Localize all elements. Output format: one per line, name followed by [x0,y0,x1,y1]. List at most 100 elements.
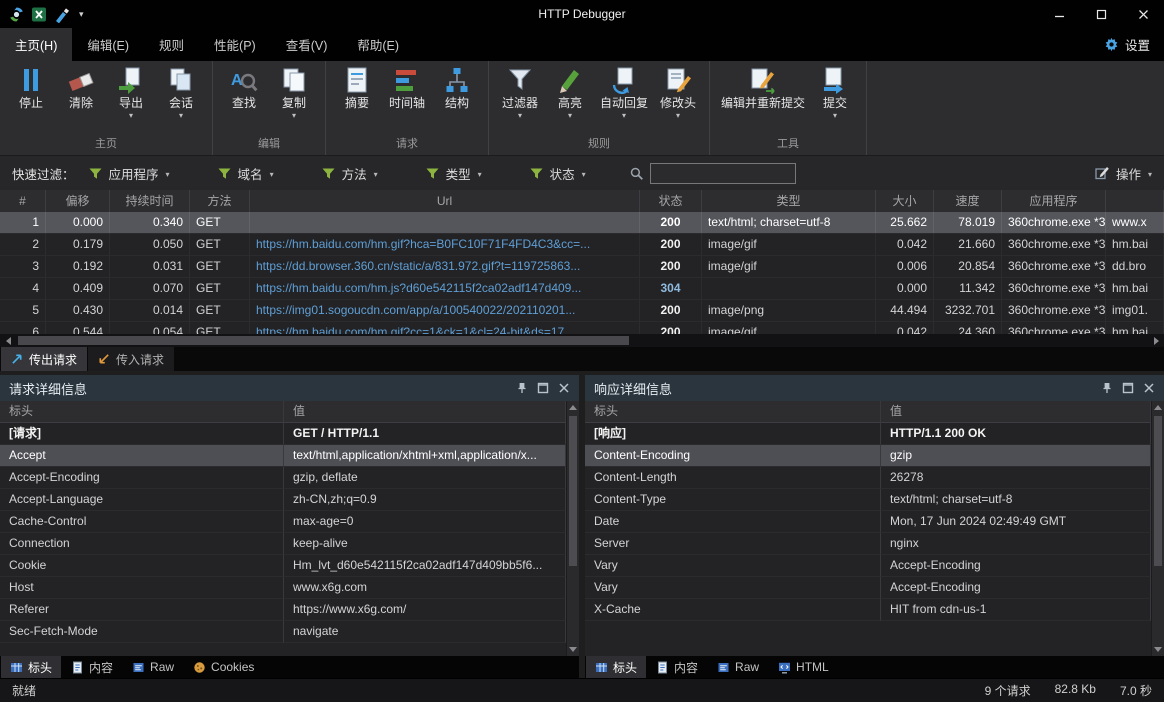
table-row[interactable]: 50.4300.014GEThttps://img01.sogoucdn.com… [0,300,1164,322]
maximize-panel-icon[interactable] [1122,382,1134,394]
column-header-offset[interactable]: 偏移 [46,190,110,212]
column-header-speed[interactable]: 速度 [934,190,1002,212]
menu-tab-view[interactable]: 查看(V) [271,28,343,61]
header-row[interactable]: VaryAccept-Encoding [585,555,1151,577]
header-row[interactable]: Content-Typetext/html; charset=utf-8 [585,489,1151,511]
maximize-panel-icon[interactable] [537,382,549,394]
column-header-duration[interactable]: 持续时间 [110,190,190,212]
edit-and-resubmit-button[interactable]: 编辑并重新提交 [716,64,810,135]
export-button[interactable]: 导出▾ [106,64,156,135]
clear-button[interactable]: 清除 [56,64,106,135]
scroll-up-button[interactable] [567,401,579,414]
filter-type[interactable]: 类型▾ [426,164,482,183]
menu-tab-home[interactable]: 主页(H) [0,28,72,61]
menu-tab-edit[interactable]: 编辑(E) [72,28,144,61]
tab-headers[interactable]: 标头 [1,656,61,678]
filter-method[interactable]: 方法▾ [322,164,378,183]
scrollbar-thumb[interactable] [1154,416,1162,566]
settings-button[interactable]: 设置 [1090,28,1164,61]
header-row[interactable]: Content-Encodinggzip [585,445,1151,467]
filter-status[interactable]: 状态▾ [530,164,586,183]
tab-raw[interactable]: Raw [708,656,768,678]
header-row[interactable]: X-CacheHIT from cdn-us-1 [585,599,1151,621]
excel-export-icon[interactable] [31,6,48,23]
stop-button[interactable]: 停止 [6,64,56,135]
scrollbar-thumb[interactable] [18,336,629,345]
table-row[interactable]: 10.0000.340GET200text/html; charset=utf-… [0,212,1164,234]
menu-tab-help[interactable]: 帮助(E) [342,28,414,61]
menu-tab-rules[interactable]: 规则 [144,28,199,61]
tab-raw[interactable]: Raw [123,656,183,678]
table-row[interactable]: 30.1920.031GEThttps://dd.browser.360.cn/… [0,256,1164,278]
vertical-scrollbar[interactable] [1151,401,1164,656]
tab-html[interactable]: HTML [769,656,838,678]
close-panel-icon[interactable] [1143,382,1155,394]
quick-access-chevron-icon[interactable]: ▾ [77,9,84,20]
header-row[interactable]: Accept-Languagezh-CN,zh;q=0.9 [0,489,566,511]
close-panel-icon[interactable] [558,382,570,394]
timeline-button[interactable]: 时间轴 [382,64,432,135]
scroll-right-button[interactable] [1148,334,1164,347]
tab-incoming-requests[interactable]: 传入请求 [88,347,174,371]
header-row[interactable]: Refererhttps://www.x6g.com/ [0,599,566,621]
column-header-status[interactable]: 状态 [640,190,702,212]
pin-icon[interactable] [516,382,528,394]
scrollbar-thumb[interactable] [569,416,577,566]
brush-icon[interactable] [54,6,71,23]
tab-outgoing-requests[interactable]: 传出请求 [1,347,87,371]
header-row[interactable]: Servernginx [585,533,1151,555]
pin-icon[interactable] [1101,382,1113,394]
tab-headers[interactable]: 标头 [586,656,646,678]
filter-domain[interactable]: 域名▾ [218,164,274,183]
menu-tab-performance[interactable]: 性能(P) [199,28,271,61]
sessions-button[interactable]: 会话▾ [156,64,206,135]
column-header-app[interactable]: 应用程序 [1002,190,1106,212]
header-row[interactable]: CookieHm_lvt_d60e542115f2ca02adf147d409b… [0,555,566,577]
column-header-method[interactable]: 方法 [190,190,250,212]
header-row[interactable]: DateMon, 17 Jun 2024 02:49:49 GMT [585,511,1151,533]
summary-button[interactable]: 摘要 [332,64,382,135]
header-row[interactable]: [响应]HTTP/1.1 200 OK [585,423,1151,445]
header-row[interactable]: [请求]GET / HTTP/1.1 [0,423,566,445]
table-row[interactable]: 20.1790.050GEThttps://hm.baidu.com/hm.gi… [0,234,1164,256]
modify-headers-button[interactable]: 修改头▾ [653,64,703,135]
header-row[interactable]: Sec-Fetch-Modenavigate [0,621,566,643]
submit-button[interactable]: 提交▾ [810,64,860,135]
find-button[interactable]: A查找 [219,64,269,135]
scroll-down-button[interactable] [1152,643,1164,656]
close-button[interactable] [1122,0,1164,28]
scrollbar-track[interactable] [567,414,579,643]
scrollbar-track[interactable] [1152,414,1164,643]
column-header-size[interactable]: 大小 [876,190,934,212]
header-row[interactable]: Connectionkeep-alive [0,533,566,555]
column-header-index[interactable]: # [0,190,46,212]
column-header-type[interactable]: 类型 [702,190,876,212]
minimize-button[interactable] [1038,0,1080,28]
structure-button[interactable]: 结构 [432,64,482,135]
app-icon[interactable] [8,6,25,23]
table-row[interactable]: 40.4090.070GEThttps://hm.baidu.com/hm.js… [0,278,1164,300]
header-row[interactable]: Accept-Encodinggzip, deflate [0,467,566,489]
scroll-up-button[interactable] [1152,401,1164,414]
header-row[interactable]: Accepttext/html,application/xhtml+xml,ap… [0,445,566,467]
auto-reply-button[interactable]: 自动回复▾ [595,64,653,135]
tab-cookies[interactable]: Cookies [184,656,263,678]
header-row[interactable]: Hostwww.x6g.com [0,577,566,599]
table-row[interactable]: 60.5440.054GEThttps://hm.baidu.com/hm.gi… [0,322,1164,334]
header-row[interactable]: Content-Length26278 [585,467,1151,489]
actions-dropdown[interactable]: 操作 ▾ [1095,164,1152,183]
scroll-down-button[interactable] [567,643,579,656]
header-row[interactable]: VaryAccept-Encoding [585,577,1151,599]
filter-application[interactable]: 应用程序▾ [89,164,170,183]
column-header-domain[interactable] [1106,190,1164,212]
column-header-url[interactable]: Url [250,190,640,212]
header-row[interactable]: Cache-Controlmax-age=0 [0,511,566,533]
copy-button[interactable]: 复制▾ [269,64,319,135]
search-input[interactable] [650,163,796,184]
scrollbar-track[interactable] [16,334,1148,347]
vertical-scrollbar[interactable] [566,401,579,656]
tab-content[interactable]: 内容 [647,656,707,678]
filters-button[interactable]: 过滤器▾ [495,64,545,135]
maximize-button[interactable] [1080,0,1122,28]
highlight-button[interactable]: 高亮▾ [545,64,595,135]
